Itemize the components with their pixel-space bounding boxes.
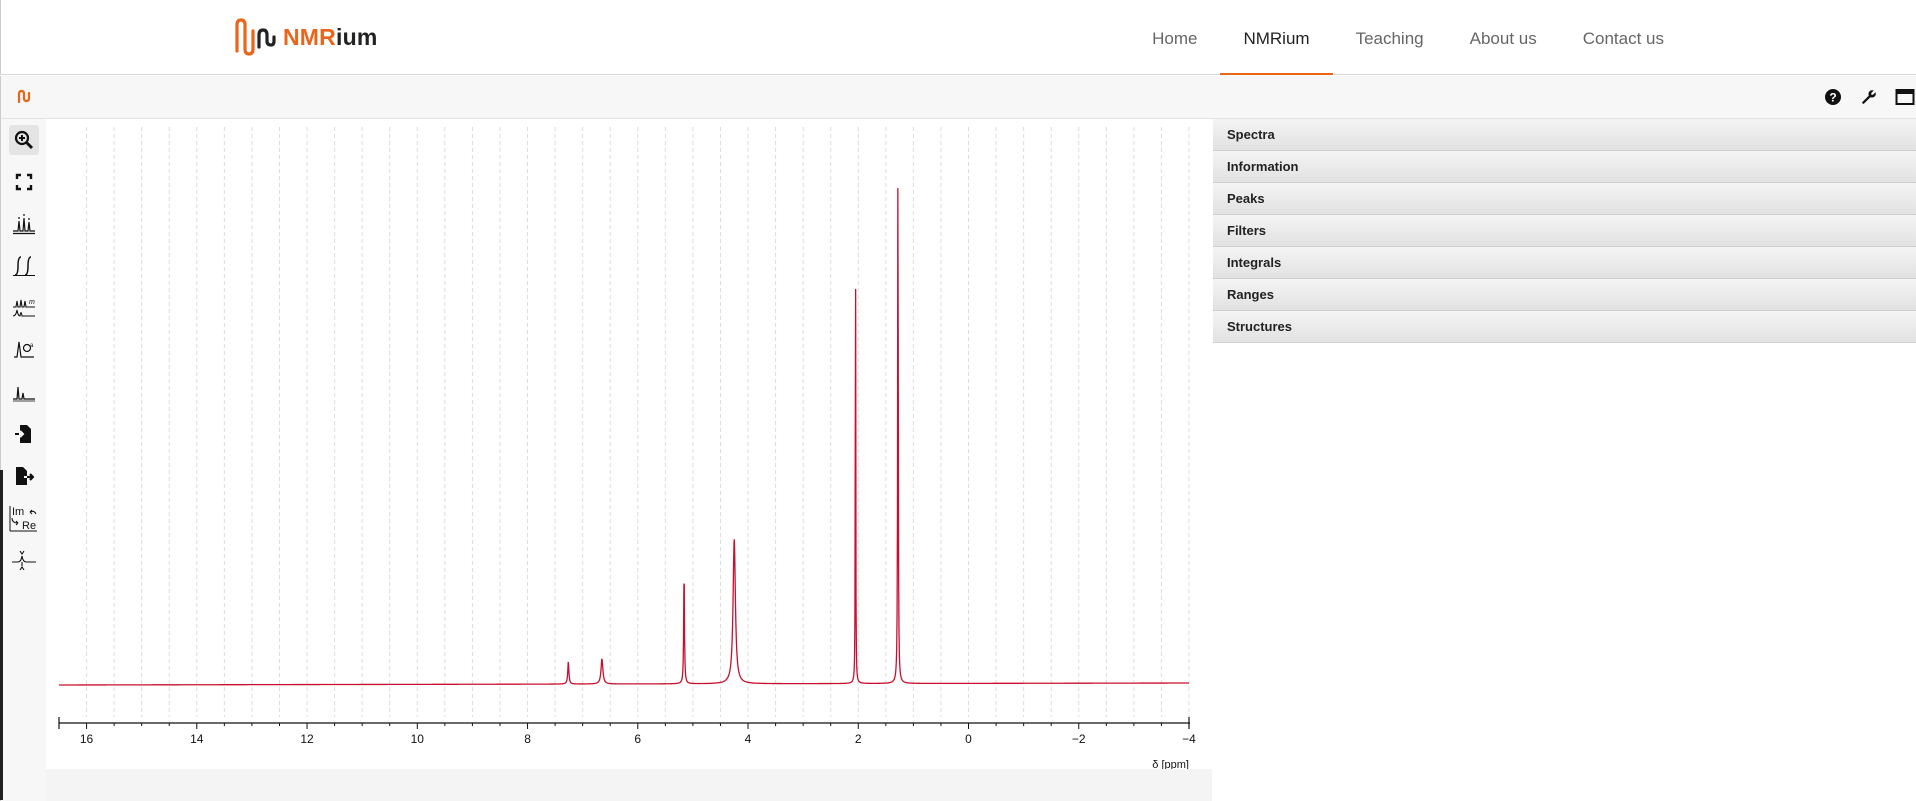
apodization-icon[interactable] xyxy=(9,377,39,407)
panel-ranges[interactable]: Ranges xyxy=(1213,279,1916,311)
panel-structures[interactable]: Structures xyxy=(1213,311,1916,343)
x-tick-label: 6 xyxy=(634,732,641,746)
zero-filling-icon[interactable]: a xyxy=(9,335,39,365)
full-zoom-icon[interactable] xyxy=(9,167,39,197)
integral-icon[interactable] xyxy=(9,251,39,281)
nmrium-logo-icon xyxy=(235,18,276,56)
nav-about-us[interactable]: About us xyxy=(1447,0,1560,75)
app-logo-icon[interactable] xyxy=(17,88,33,109)
app-header: ? xyxy=(0,76,1916,119)
svg-text:a: a xyxy=(30,343,34,349)
x-tick-label: 2 xyxy=(855,732,862,746)
x-tick-label: 10 xyxy=(411,732,425,746)
import-icon[interactable] xyxy=(9,419,39,449)
site-nav: Home NMRium Teaching About us Contact us xyxy=(1129,0,1687,75)
svg-text:m: m xyxy=(29,299,35,306)
svg-text:Im: Im xyxy=(12,506,24,518)
panel-information[interactable]: Information xyxy=(1213,151,1916,183)
panel-spectra[interactable]: Spectra xyxy=(1213,119,1916,151)
svg-text:?: ? xyxy=(1829,91,1836,105)
multiplet-analysis-icon[interactable]: m xyxy=(9,293,39,323)
nav-nmrium[interactable]: NMRium xyxy=(1220,0,1333,75)
panel-filters[interactable]: Filters xyxy=(1213,215,1916,247)
spectrum-line xyxy=(59,188,1189,686)
nav-home[interactable]: Home xyxy=(1129,0,1220,75)
tools-toolbar: m a Im Re xyxy=(0,119,46,801)
x-tick-label: 8 xyxy=(524,732,531,746)
x-tick-label: 4 xyxy=(745,732,752,746)
nav-teaching[interactable]: Teaching xyxy=(1333,0,1447,75)
fullscreen-icon[interactable] xyxy=(1894,86,1916,108)
nav-contact-us[interactable]: Contact us xyxy=(1560,0,1687,75)
logo-wordmark: NMRium xyxy=(283,23,378,50)
zoom-icon[interactable] xyxy=(9,125,39,155)
x-axis-label: δ [ppm] xyxy=(1152,759,1189,769)
x-tick-label: 14 xyxy=(190,732,204,746)
panel-integrals[interactable]: Integrals xyxy=(1213,247,1916,279)
real-imaginary-icon[interactable]: Im Re xyxy=(9,503,39,533)
site-header: NMRium Home NMRium Teaching About us Con… xyxy=(0,0,1916,75)
spectrum-viewer: 1614121086420−2−4 δ [ppm] ··· xyxy=(46,119,1254,801)
nmrium-logo[interactable]: NMRium xyxy=(233,16,377,58)
wrench-icon[interactable] xyxy=(1858,86,1880,108)
peak-picking-icon[interactable] xyxy=(9,209,39,239)
help-icon[interactable]: ? xyxy=(1822,86,1844,108)
x-tick-label: −4 xyxy=(1182,732,1196,746)
window-edge xyxy=(0,470,3,800)
phase-correction-icon[interactable] xyxy=(9,545,39,575)
x-tick-label: 12 xyxy=(300,732,314,746)
app-header-actions: ? xyxy=(1822,86,1916,108)
spectrum-chart[interactable]: 16 14 12 10 8 6 4 2 0 −2 −4 δ [ppm] xyxy=(46,119,1212,771)
side-panels: Spectra Information Peaks Filters Integr… xyxy=(1213,119,1916,801)
x-tick-label: −2 xyxy=(1072,732,1086,746)
svg-text:Re: Re xyxy=(22,520,36,532)
x-tick-label: 16 xyxy=(80,732,94,746)
spectrum-panel[interactable]: 16 14 12 10 8 6 4 2 0 −2 −4 δ [ppm] xyxy=(46,119,1212,771)
x-tick-label: 0 xyxy=(965,732,972,746)
export-icon[interactable] xyxy=(9,461,39,491)
panel-peaks[interactable]: Peaks xyxy=(1213,183,1916,215)
